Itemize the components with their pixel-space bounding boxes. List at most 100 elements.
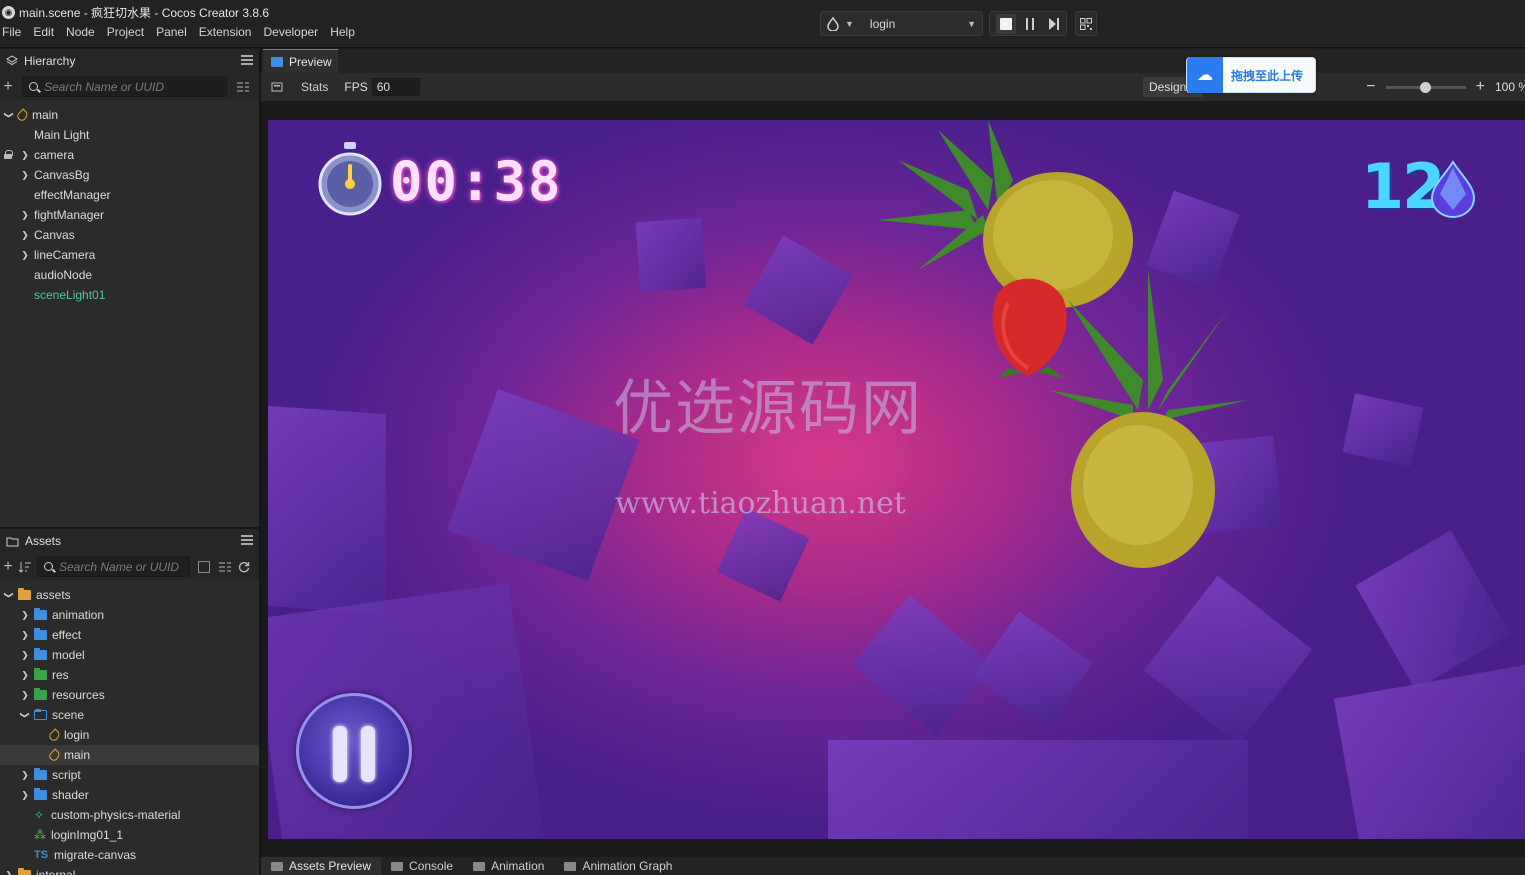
tree-item[interactable]: main [0,745,259,765]
menu-edit[interactable]: Edit [33,25,59,39]
stop-button[interactable] [996,13,1016,34]
chevron-right-icon[interactable]: ❯ [20,230,30,240]
chevron-right-icon[interactable]: ❯ [20,790,30,800]
add-node-icon[interactable]: + [0,78,16,96]
tab-preview[interactable]: Preview [263,49,338,73]
tab-animation[interactable]: Animation [463,857,554,875]
game-pause-button[interactable] [296,693,412,809]
panel-menu-icon[interactable] [241,535,253,545]
chevron-right-icon [20,130,30,140]
upload-badge[interactable]: ☁ 拖拽至此上传 [1186,57,1316,93]
tree-item[interactable]: ❯ resources [0,685,259,705]
chevron-right-icon[interactable]: ❯ [20,610,30,620]
tree-item[interactable]: ✧ custom-physics-material [0,805,259,825]
tab-console[interactable]: Console [381,857,463,875]
tree-item[interactable]: ❯ script [0,765,259,785]
tree-item-label: loginImg01_1 [51,828,124,842]
chevron-right-icon[interactable]: ❯ [20,150,30,160]
tree-item[interactable]: Main Light [0,125,259,145]
step-button[interactable] [1044,14,1064,34]
tree-item[interactable]: ❯ assets [0,585,259,605]
zoom-slider-knob[interactable] [1419,81,1431,93]
menu-panel[interactable]: Panel [156,25,192,39]
chevron-right-icon[interactable]: ❯ [20,770,30,780]
tree-item[interactable]: ❯ animation [0,605,259,625]
tab-assets-preview[interactable]: Assets Preview [261,857,382,875]
tree-item[interactable]: audioNode [0,265,259,285]
tree-item[interactable]: ❯ CanvasBg [0,165,259,185]
tree-item[interactable]: ❯ scene [0,705,259,725]
chevron-right-icon[interactable]: ❯ [20,170,30,180]
chevron-down-icon[interactable]: ❯ [4,110,15,120]
tab-icon [473,861,486,871]
chevron-down-icon[interactable]: ❯ [4,590,15,600]
chevron-right-icon [20,850,30,860]
pause-icon [333,726,347,782]
chevron-right-icon[interactable]: ❯ [20,690,30,700]
zoom-in-icon[interactable]: + [1476,78,1485,96]
zoom-out-icon[interactable]: − [1366,78,1375,96]
tree-item[interactable]: ❯ Canvas [0,225,259,245]
folder-icon [34,768,47,780]
tree-item-label: CanvasBg [34,168,90,182]
filter-list-icon[interactable] [218,561,232,573]
tab-animation-graph[interactable]: Animation Graph [554,857,682,875]
tree-item[interactable]: ❯ shader [0,785,259,805]
chevron-right-icon[interactable]: ❯ [20,210,30,220]
screenshot-icon[interactable] [271,81,283,93]
fps-input[interactable]: 60 [371,78,420,96]
assets-search[interactable] [37,556,190,577]
tree-item[interactable]: ❯ camera [0,145,259,165]
menu-file[interactable]: File [2,25,26,39]
preview-toolbar: Stats FPS 60 Design ☁ 拖拽至此上传 − + 100 % [261,57,1525,101]
tree-item[interactable]: ❯ effect [0,625,259,645]
chevron-right-icon[interactable]: ❯ [4,870,14,875]
chevron-right-icon[interactable]: ❯ [20,630,30,640]
menu-project[interactable]: Project [107,25,149,39]
tree-item-label: script [52,768,81,782]
tab-preview-label: Preview [289,54,332,69]
tree-item[interactable]: ❯ internal [0,865,259,875]
qr-preview-button[interactable] [1075,11,1097,36]
tree-item[interactable]: TS migrate-canvas [0,845,259,865]
menu-node[interactable]: Node [66,25,100,39]
refresh-icon[interactable] [238,561,250,573]
tree-item[interactable]: ❯ model [0,645,259,665]
tree-item[interactable]: ❯ main [0,105,259,125]
sort-icon[interactable] [18,561,32,573]
panel-menu-icon[interactable] [241,55,253,65]
tree-item[interactable]: ⁂ loginImg01_1 [0,825,259,845]
folder-icon [34,788,47,800]
checkbox[interactable] [198,560,210,573]
assets-search-input[interactable] [59,559,189,574]
chevron-right-icon[interactable]: ❯ [20,250,30,260]
chevron-right-icon[interactable]: ❯ [20,650,30,660]
zoom-slider[interactable] [1385,81,1466,93]
tree-item[interactable]: ❯ res [0,665,259,685]
menu-developer[interactable]: Developer [263,25,323,39]
water-drop-icon [1430,160,1476,218]
tree-item-label: internal [36,868,76,875]
hierarchy-search-input[interactable] [44,79,226,94]
hierarchy-search[interactable] [22,76,227,97]
hierarchy-tree: ❯ main Main Light ❯ camera ❯ CanvasBg effectMan… [0,105,259,305]
tree-item[interactable]: ❯ fightManager [0,205,259,225]
stats-toggle[interactable]: Stats [301,80,328,94]
tree-item[interactable]: ❯ lineCamera [0,245,259,265]
watermark-chinese: 优选源码网 [613,374,923,444]
scene-select[interactable]: ▼ login ▼ [820,11,983,36]
filter-list-icon[interactable] [236,81,250,93]
menu-help[interactable]: Help [330,25,360,39]
tree-item[interactable]: sceneLight01 [0,285,259,305]
lock-icon[interactable] [4,150,13,159]
menu-extension[interactable]: Extension [199,25,257,39]
chevron-right-icon[interactable]: ❯ [20,670,30,680]
tree-item[interactable]: login [0,725,259,745]
chevron-down-icon[interactable]: ❯ [20,710,31,720]
tree-item[interactable]: effectManager [0,185,259,205]
pause-button[interactable] [1020,14,1040,34]
add-asset-icon[interactable]: + [0,558,16,576]
game-canvas[interactable]: 00:38 12 优选源码网 www.tiaozhuan.net [268,120,1525,839]
assets-tree: ❯ assets ❯ animation ❯ effect ❯ model ❯ res ❯ resou… [0,585,259,875]
tree-item-label: assets [36,588,71,602]
